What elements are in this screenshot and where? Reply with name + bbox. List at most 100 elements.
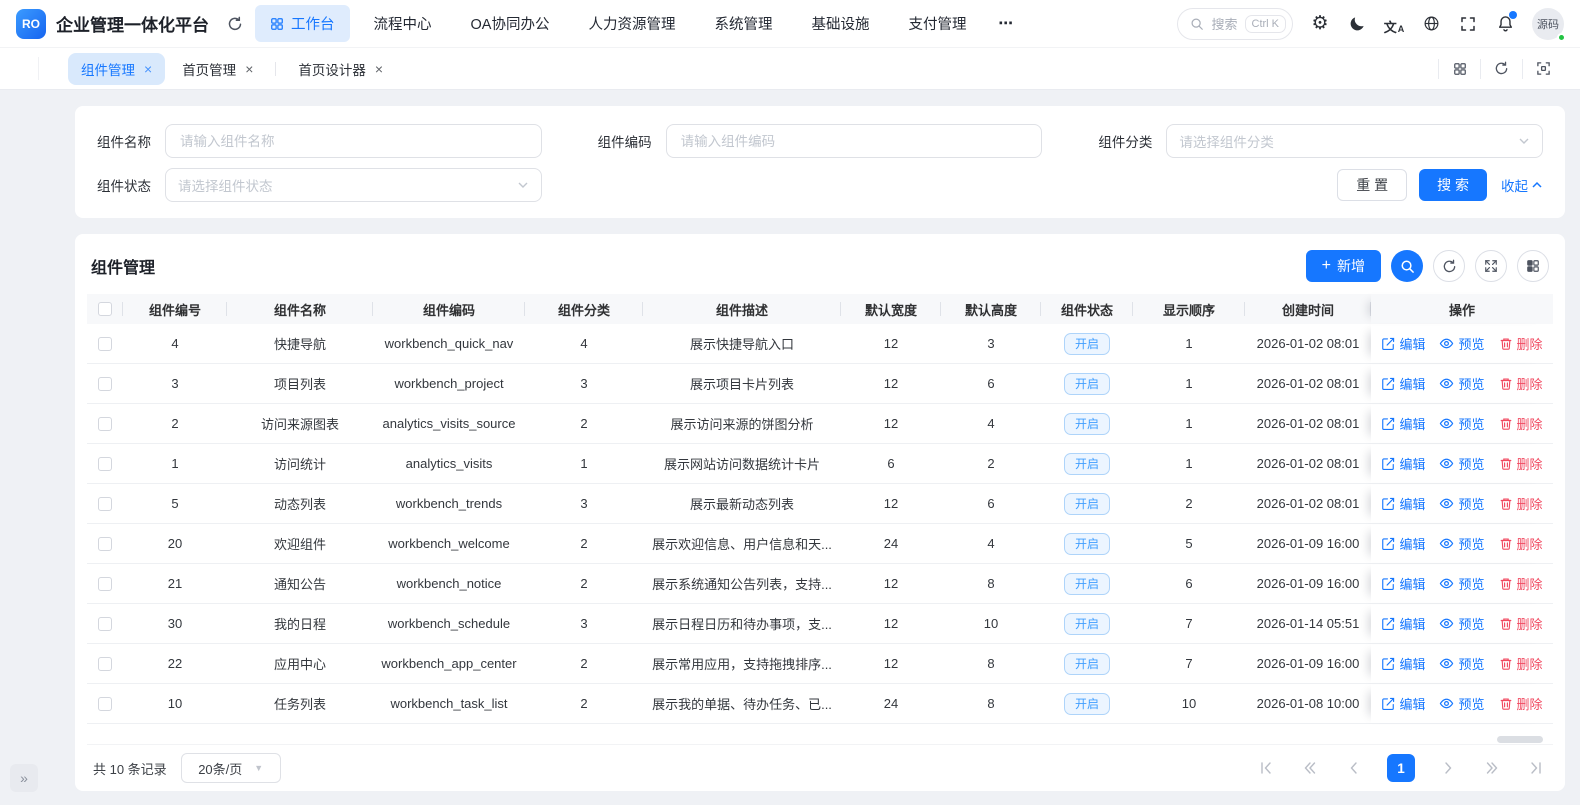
- preview-button[interactable]: 预览: [1439, 694, 1484, 713]
- nav-item-0[interactable]: 工作台: [255, 5, 350, 42]
- next-page-button[interactable]: [1437, 757, 1459, 779]
- select-all-checkbox[interactable]: [98, 302, 112, 316]
- nav-item-2[interactable]: OA协同办公: [456, 5, 565, 42]
- row-checkbox[interactable]: [98, 617, 112, 631]
- delete-button[interactable]: 删除: [1499, 574, 1543, 593]
- delete-button[interactable]: 删除: [1499, 454, 1543, 473]
- edit-button[interactable]: 编辑: [1381, 574, 1425, 593]
- toggle-search-button[interactable]: [1391, 250, 1423, 282]
- nav-item-4[interactable]: 系统管理: [699, 5, 787, 42]
- nav-item-1[interactable]: 流程中心: [359, 5, 447, 42]
- row-checkbox[interactable]: [98, 697, 112, 711]
- row-checkbox[interactable]: [98, 377, 112, 391]
- app-logo[interactable]: RO: [16, 9, 46, 39]
- delete-button[interactable]: 删除: [1499, 654, 1543, 673]
- component-name-input[interactable]: [178, 133, 529, 150]
- preview-button[interactable]: 预览: [1439, 574, 1484, 593]
- preview-button[interactable]: 预览: [1439, 454, 1484, 473]
- edit-button[interactable]: 编辑: [1381, 494, 1425, 513]
- nav-more-button[interactable]: ⋯: [990, 8, 1023, 40]
- avatar[interactable]: 源码: [1532, 8, 1564, 40]
- cell-code: workbench_notice: [373, 564, 525, 603]
- settings-icon[interactable]: ⚙: [1310, 14, 1330, 34]
- delete-button[interactable]: 删除: [1499, 414, 1543, 433]
- next-group-button[interactable]: [1481, 757, 1503, 779]
- delete-button[interactable]: 删除: [1499, 534, 1543, 553]
- close-icon[interactable]: ×: [375, 62, 383, 76]
- delete-button[interactable]: 删除: [1499, 494, 1543, 513]
- current-page-button[interactable]: 1: [1387, 754, 1415, 782]
- reset-button[interactable]: 重 置: [1337, 169, 1407, 201]
- collapse-link[interactable]: 收起: [1501, 175, 1543, 195]
- nav-item-6[interactable]: 支付管理: [893, 5, 981, 42]
- component-code-input[interactable]: [679, 133, 1030, 150]
- global-search-input[interactable]: 搜索 Ctrl K: [1177, 8, 1293, 40]
- cell-status: 开启: [1041, 364, 1133, 403]
- close-icon[interactable]: ×: [245, 62, 253, 76]
- close-icon[interactable]: ×: [144, 62, 152, 76]
- edit-label: 编辑: [1399, 454, 1425, 473]
- edit-button[interactable]: 编辑: [1381, 334, 1425, 353]
- row-checkbox[interactable]: [98, 577, 112, 591]
- row-checkbox[interactable]: [98, 417, 112, 431]
- delete-button[interactable]: 删除: [1499, 694, 1543, 713]
- add-button[interactable]: + 新增: [1306, 250, 1381, 282]
- edit-button[interactable]: 编辑: [1381, 454, 1425, 473]
- edit-button[interactable]: 编辑: [1381, 414, 1425, 433]
- refresh-icon[interactable]: [223, 12, 247, 36]
- sidebar-expand-button[interactable]: »: [10, 764, 38, 792]
- edit-button[interactable]: 编辑: [1381, 694, 1425, 713]
- prev-page-button[interactable]: [1343, 757, 1365, 779]
- delete-button[interactable]: 删除: [1499, 374, 1543, 393]
- edit-button[interactable]: 编辑: [1381, 534, 1425, 553]
- last-page-button[interactable]: [1525, 757, 1547, 779]
- scrollbar-thumb[interactable]: [1497, 736, 1543, 743]
- preview-button[interactable]: 预览: [1439, 494, 1484, 513]
- page-size-select[interactable]: 20条/页 ▼: [181, 753, 281, 783]
- first-page-button[interactable]: [1255, 757, 1277, 779]
- column-settings-button[interactable]: [1517, 250, 1549, 282]
- status-badge: 开启: [1064, 573, 1110, 595]
- preview-button[interactable]: 预览: [1439, 334, 1484, 353]
- refresh-table-button[interactable]: [1433, 250, 1465, 282]
- prev-group-button[interactable]: [1299, 757, 1321, 779]
- row-checkbox[interactable]: [98, 657, 112, 671]
- translate-icon[interactable]: 文A: [1384, 14, 1404, 34]
- notifications-icon[interactable]: [1495, 14, 1515, 34]
- cell-status: 开启: [1041, 404, 1133, 443]
- grid-view-icon[interactable]: [1438, 59, 1480, 79]
- fullscreen-icon[interactable]: [1458, 14, 1478, 34]
- cell-actions: 编辑预览删除: [1371, 444, 1553, 483]
- cell-actions: 编辑预览删除: [1371, 644, 1553, 683]
- edit-button[interactable]: 编辑: [1381, 374, 1425, 393]
- delete-button[interactable]: 删除: [1499, 334, 1543, 353]
- delete-button[interactable]: 删除: [1499, 614, 1543, 633]
- nav-item-5[interactable]: 基础设施: [796, 5, 884, 42]
- preview-label: 预览: [1458, 574, 1484, 593]
- tab-2[interactable]: 首页设计器×: [285, 53, 396, 85]
- expand-table-button[interactable]: [1475, 250, 1507, 282]
- edit-button[interactable]: 编辑: [1381, 614, 1425, 633]
- row-checkbox[interactable]: [98, 497, 112, 511]
- preview-button[interactable]: 预览: [1439, 534, 1484, 553]
- row-checkbox[interactable]: [98, 457, 112, 471]
- preview-button[interactable]: 预览: [1439, 654, 1484, 673]
- edit-label: 编辑: [1399, 614, 1425, 633]
- search-button[interactable]: 搜 索: [1419, 169, 1487, 201]
- preview-label: 预览: [1458, 614, 1484, 633]
- fullscreen-content-icon[interactable]: [1522, 59, 1564, 79]
- nav-item-3[interactable]: 人力资源管理: [573, 5, 690, 42]
- row-checkbox[interactable]: [98, 537, 112, 551]
- component-status-select[interactable]: 请选择组件状态: [165, 168, 542, 202]
- preview-button[interactable]: 预览: [1439, 614, 1484, 633]
- tab-0[interactable]: 组件管理×: [68, 53, 165, 85]
- tab-1[interactable]: 首页管理×: [169, 53, 266, 85]
- edit-button[interactable]: 编辑: [1381, 654, 1425, 673]
- dark-mode-icon[interactable]: [1347, 14, 1367, 34]
- preview-button[interactable]: 预览: [1439, 374, 1484, 393]
- preview-button[interactable]: 预览: [1439, 414, 1484, 433]
- refresh-tab-icon[interactable]: [1480, 59, 1522, 79]
- globe-icon[interactable]: [1421, 14, 1441, 34]
- row-checkbox[interactable]: [98, 337, 112, 351]
- component-category-select[interactable]: 请选择组件分类: [1166, 124, 1543, 158]
